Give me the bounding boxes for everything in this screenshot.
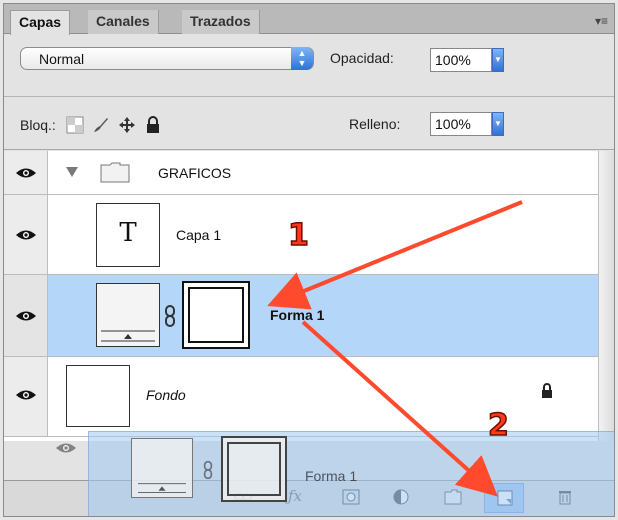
opacity-dropdown-button[interactable]: ▼: [492, 48, 504, 72]
blend-mode-select[interactable]: Normal ▲ ▼: [20, 47, 314, 70]
layers-list: GRAFICOS T Capa 1 Forma 1 Fondo: [4, 151, 598, 441]
tab-canales[interactable]: Canales: [88, 10, 159, 34]
vector-mask-thumbnail[interactable]: [182, 281, 250, 349]
text-layer-thumbnail: T: [96, 203, 160, 267]
step-badge-2: 2: [487, 407, 509, 444]
tab-capas[interactable]: Capas: [10, 10, 71, 35]
visibility-toggle[interactable]: [4, 357, 48, 436]
fill-slider-icon: [101, 330, 155, 342]
step-badge-1: 1: [287, 217, 309, 254]
layer-forma-1[interactable]: Forma 1: [4, 275, 598, 357]
link-chain-icon: [203, 460, 213, 480]
fill-dropdown-button[interactable]: ▼: [492, 112, 504, 136]
layer-name: GRAFICOS: [158, 165, 232, 181]
ghost-layer-name: Forma 1: [305, 468, 358, 484]
updown-arrows-icon[interactable]: ▲ ▼: [291, 47, 313, 70]
lock-brush-icon[interactable]: [92, 116, 110, 134]
eye-icon: [56, 443, 76, 453]
fill-slider-icon: [138, 483, 186, 493]
layer-name: Fondo: [146, 387, 186, 403]
fill-input[interactable]: 100%: [430, 112, 492, 136]
padlock-icon: [542, 383, 552, 398]
folder-icon: [100, 162, 130, 183]
panel-menu-icon[interactable]: ▾≡: [595, 14, 608, 28]
eye-icon: [16, 311, 36, 321]
lock-transparency-icon[interactable]: [66, 116, 84, 134]
disclosure-triangle-icon[interactable]: [66, 167, 78, 177]
lock-all-icon[interactable]: [144, 116, 162, 134]
tab-trazados[interactable]: Trazados: [182, 10, 260, 34]
panel-tab-bar: Capas Canales Trazados ▾≡: [4, 4, 614, 35]
layer-name: Forma 1: [270, 307, 325, 323]
layer-name: Capa 1: [176, 227, 222, 243]
fill-label: Relleno:: [349, 116, 401, 132]
lock-label: Bloq.:: [20, 117, 56, 133]
opacity-label: Opacidad:: [330, 50, 394, 66]
visibility-toggle[interactable]: [4, 151, 48, 194]
link-chain-icon[interactable]: [164, 305, 176, 327]
layers-panel: Capas Canales Trazados ▾≡ Normal ▲ ▼ Opac…: [3, 3, 615, 517]
eye-icon: [16, 168, 36, 178]
lock-move-icon[interactable]: [118, 116, 136, 134]
blend-mode-value: Normal: [39, 51, 85, 67]
ghost-fill-thumbnail: [131, 438, 193, 498]
lock-row: Bloq.: Relleno: 100% ▼: [4, 98, 614, 150]
layer-fondo[interactable]: Fondo: [4, 357, 598, 437]
ghost-mask-thumbnail: [221, 436, 287, 502]
opacity-input[interactable]: 100%: [430, 48, 492, 72]
layers-scrollbar[interactable]: [598, 151, 614, 441]
layer-group-graficos[interactable]: GRAFICOS: [4, 151, 598, 195]
visibility-toggle[interactable]: [4, 195, 48, 274]
eye-icon: [16, 230, 36, 240]
background-thumbnail: [66, 365, 130, 427]
eye-icon: [16, 390, 36, 400]
blend-row: Normal ▲ ▼ Opacidad: 100% ▼: [4, 35, 614, 97]
visibility-toggle[interactable]: [4, 275, 48, 356]
shape-fill-thumbnail: [96, 283, 160, 347]
dragged-layer-ghost: Forma 1: [56, 431, 614, 516]
